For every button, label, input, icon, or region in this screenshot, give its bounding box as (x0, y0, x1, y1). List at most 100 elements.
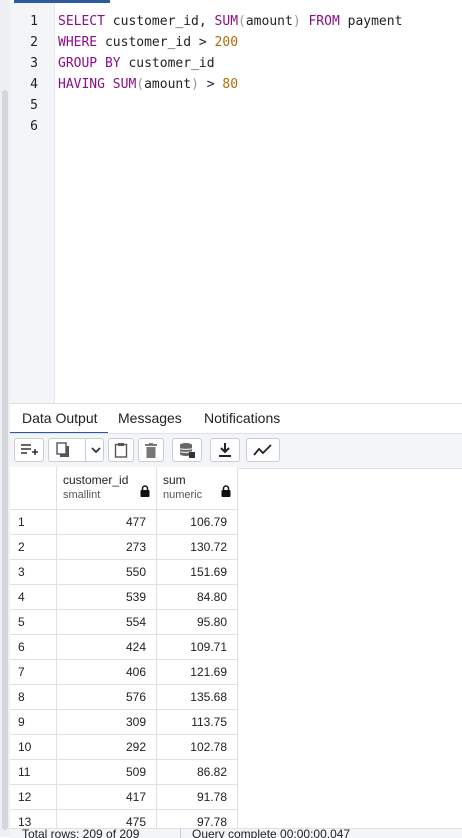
customer-id-cell[interactable]: 554 (57, 610, 157, 635)
line-number: 3 (30, 56, 38, 71)
sum-cell[interactable]: 109.71 (157, 635, 238, 660)
tab-notifications[interactable]: Notifications (204, 410, 280, 426)
download-button[interactable] (210, 438, 240, 462)
keyword: SUM (112, 77, 137, 92)
code-text: payment (339, 14, 403, 29)
keyword: SUM (214, 14, 239, 29)
row-number-cell[interactable]: 3 (10, 560, 57, 585)
row-number-cell[interactable]: 2 (10, 535, 57, 560)
row-number-cell[interactable]: 4 (10, 585, 57, 610)
column-type: numeric (163, 489, 203, 501)
table-row[interactable]: 6 424 109.71 (10, 635, 238, 660)
table-row[interactable]: 7 406 121.69 (10, 660, 238, 685)
row-number-cell[interactable]: 7 (10, 660, 57, 685)
paren: ) (191, 77, 199, 92)
code-line-2[interactable]: WHERE customer_id > 200 (58, 35, 238, 50)
customer-id-cell[interactable]: 273 (57, 535, 157, 560)
table-row[interactable]: 9 309 113.75 (10, 710, 238, 735)
code-text: customer_id, (104, 14, 215, 29)
table-row[interactable]: 11 509 86.82 (10, 760, 238, 785)
lock-icon (221, 482, 231, 501)
sum-cell[interactable]: 102.78 (157, 735, 238, 760)
line-number: 2 (30, 35, 38, 50)
save-data-button[interactable] (172, 438, 202, 462)
code-text: customer_id > (97, 35, 215, 50)
chevron-down-icon[interactable] (91, 443, 101, 457)
customer-id-cell[interactable]: 576 (57, 685, 157, 710)
sum-cell[interactable]: 121.69 (157, 660, 238, 685)
row-number-cell[interactable]: 11 (10, 760, 57, 785)
line-number: 1 (30, 14, 38, 29)
sum-cell[interactable]: 84.80 (157, 585, 238, 610)
sum-cell[interactable]: 86.82 (157, 760, 238, 785)
table-row[interactable]: 10 292 102.78 (10, 735, 238, 760)
table-row[interactable]: 12 417 91.78 (10, 785, 238, 810)
code-line-1[interactable]: SELECT customer_id, SUM(amount) FROM pay… (58, 14, 402, 29)
tab-data-output[interactable]: Data Output (22, 410, 98, 426)
customer-id-cell[interactable]: 309 (57, 710, 157, 735)
results-toolbar (10, 433, 462, 469)
left-scrollbar-thumb[interactable] (2, 90, 8, 830)
paste-button[interactable] (108, 438, 134, 462)
delete-button[interactable] (138, 438, 164, 462)
sum-cell[interactable]: 95.80 (157, 610, 238, 635)
code-line-4[interactable]: HAVING SUM(amount) > 80 (58, 77, 238, 92)
customer-id-cell[interactable]: 417 (57, 785, 157, 810)
paste-icon (114, 442, 128, 458)
copy-icon (56, 442, 70, 458)
column-name: customer_id (63, 473, 129, 487)
table-row[interactable]: 2 273 130.72 (10, 535, 238, 560)
customer-id-cell[interactable]: 539 (57, 585, 157, 610)
sum-cell[interactable]: 113.75 (157, 710, 238, 735)
number-literal: 80 (222, 77, 239, 92)
row-number-cell[interactable]: 1 (10, 510, 57, 535)
column-header-customer-id[interactable]: customer_id smallint (57, 467, 157, 510)
graph-button[interactable] (246, 438, 280, 462)
table-row[interactable]: 1 477 106.79 (10, 510, 238, 535)
code-text: amount (144, 77, 192, 92)
sum-cell[interactable]: 130.72 (157, 535, 238, 560)
code-text: customer_id (120, 56, 215, 71)
left-scroll-strip (0, 0, 10, 837)
sum-cell[interactable]: 91.78 (157, 785, 238, 810)
column-type: smallint (63, 489, 101, 501)
customer-id-cell[interactable]: 424 (57, 635, 157, 660)
line-number: 4 (30, 77, 38, 92)
customer-id-cell[interactable]: 509 (57, 760, 157, 785)
table-row[interactable]: 5 554 95.80 (10, 610, 238, 635)
add-row-button[interactable] (14, 438, 44, 462)
column-header-sum[interactable]: sum numeric (157, 467, 238, 510)
row-number-cell[interactable]: 10 (10, 735, 57, 760)
table-row[interactable]: 4 539 84.80 (10, 585, 238, 610)
sum-cell[interactable]: 151.69 (157, 560, 238, 585)
row-number-cell[interactable]: 9 (10, 710, 57, 735)
paren: ) (292, 14, 301, 29)
table-row[interactable]: 3 550 151.69 (10, 560, 238, 585)
download-icon (218, 442, 232, 458)
sum-cell[interactable]: 135.68 (157, 685, 238, 710)
keyword: GROUP BY (58, 56, 121, 71)
row-number-cell[interactable]: 5 (10, 610, 57, 635)
line-number: 5 (30, 98, 38, 113)
lock-icon (140, 482, 150, 501)
graph-icon (253, 444, 273, 456)
save-data-icon (179, 442, 195, 458)
sum-cell[interactable]: 106.79 (157, 510, 238, 535)
customer-id-cell[interactable]: 406 (57, 660, 157, 685)
keyword: WHERE (58, 35, 98, 50)
row-number-cell[interactable]: 8 (10, 685, 57, 710)
row-number-cell[interactable]: 6 (10, 635, 57, 660)
row-number-cell[interactable]: 12 (10, 785, 57, 810)
tab-messages[interactable]: Messages (118, 410, 182, 426)
query-editor[interactable]: 1 2 3 4 5 6 SELECT customer_id, SUM(amou… (10, 3, 462, 403)
code-line-3[interactable]: GROUP BY customer_id (58, 56, 215, 71)
column-name: sum (163, 473, 186, 487)
copy-button[interactable] (48, 438, 104, 462)
customer-id-cell[interactable]: 292 (57, 735, 157, 760)
table-row[interactable]: 8 576 135.68 (10, 685, 238, 710)
keyword: FROM (308, 14, 340, 29)
customer-id-cell[interactable]: 477 (57, 510, 157, 535)
number-literal: 200 (214, 35, 239, 50)
customer-id-cell[interactable]: 550 (57, 560, 157, 585)
keyword: SELECT (58, 14, 105, 29)
